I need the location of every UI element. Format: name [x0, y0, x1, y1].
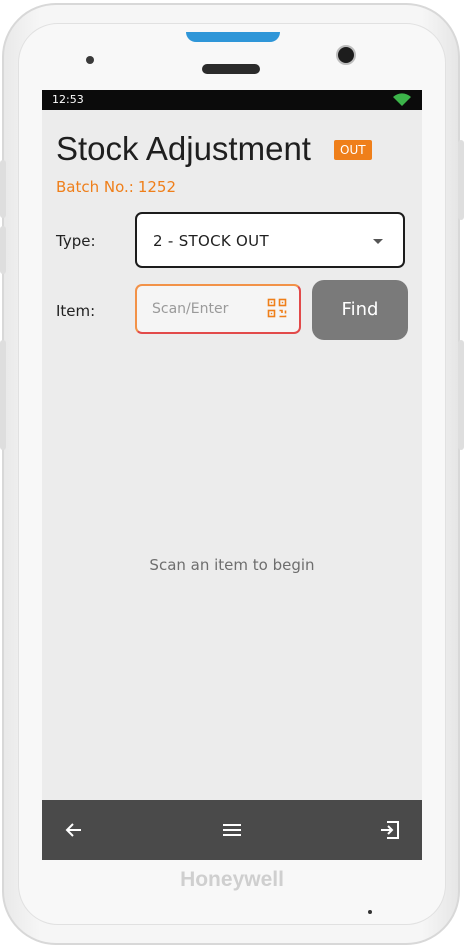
earpiece-speaker [202, 64, 260, 74]
batch-label: Batch No.: [56, 178, 134, 196]
side-button-right-scan [458, 340, 464, 450]
wifi-icon [392, 93, 412, 114]
side-button-left-scan [0, 340, 6, 450]
proximity-sensor [86, 56, 94, 64]
status-time: 12:53 [52, 93, 84, 106]
qr-scan-icon[interactable] [267, 298, 287, 322]
app-screen: 12:53 Stock Adjustment OUT Batch No.: 125… [42, 90, 422, 860]
batch-info: Batch No.: 1252 [56, 178, 180, 196]
type-label: Type: [56, 232, 96, 250]
find-button[interactable]: Find [312, 280, 408, 340]
side-button-right-upper [458, 140, 464, 220]
item-label: Item: [56, 302, 96, 320]
menu-icon[interactable] [221, 822, 243, 842]
bottom-nav-bar [42, 800, 422, 860]
status-bar: 12:53 [42, 90, 422, 110]
side-button-left-upper [0, 160, 6, 218]
back-arrow-icon[interactable] [64, 820, 84, 844]
chevron-down-icon [373, 239, 383, 244]
item-input[interactable]: Scan/Enter [135, 284, 301, 334]
device-mic-hole [368, 910, 372, 914]
exit-icon[interactable] [379, 820, 401, 844]
type-select[interactable]: 2 - STOCK OUT [135, 212, 405, 268]
item-placeholder: Scan/Enter [152, 301, 229, 317]
scanner-window [186, 32, 280, 42]
front-camera [336, 45, 356, 65]
side-button-left-lower [0, 226, 6, 274]
brand-logo: Honeywell [180, 868, 284, 891]
page-title: Stock Adjustment [56, 130, 311, 167]
type-selected-value: 2 - STOCK OUT [153, 232, 269, 250]
batch-number: 1252 [137, 178, 177, 196]
status-badge: OUT [334, 140, 372, 160]
empty-state-message: Scan an item to begin [149, 556, 315, 574]
